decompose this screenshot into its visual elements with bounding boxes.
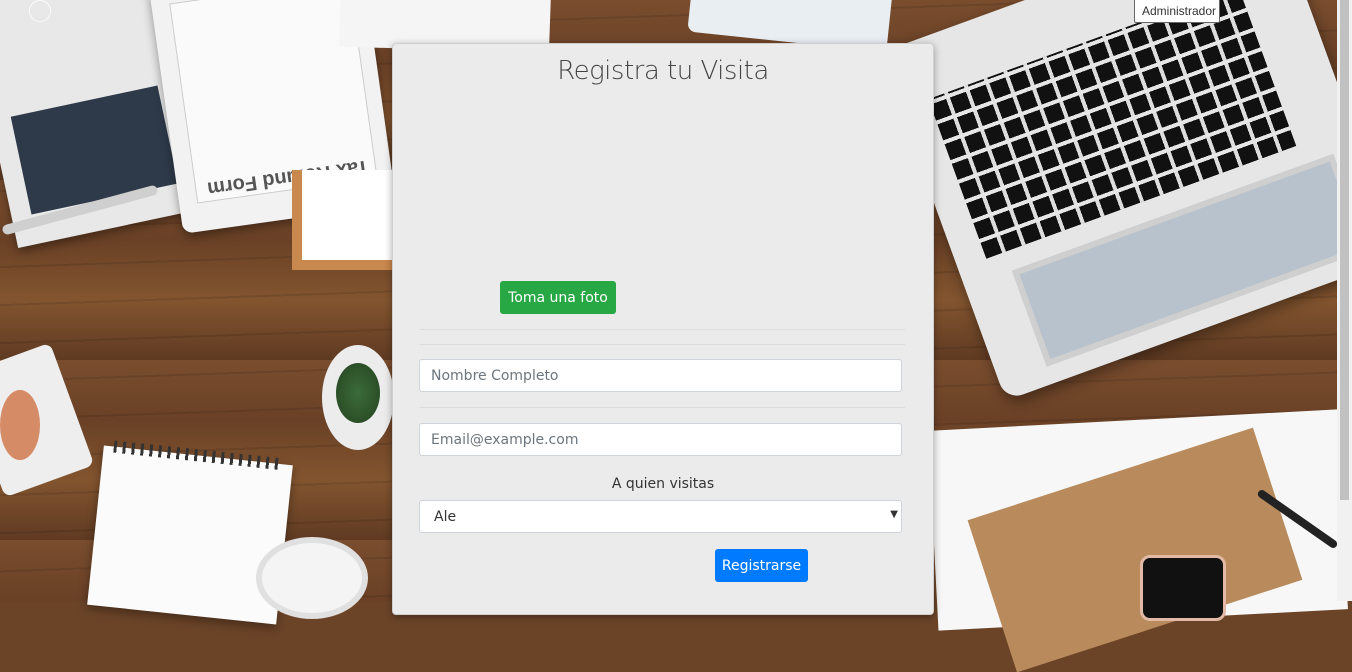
page-title: Registra tu Visita	[557, 56, 769, 86]
notebook-image	[87, 440, 293, 625]
phone-image	[1140, 555, 1226, 621]
mug-image	[262, 543, 362, 613]
divider	[420, 329, 905, 330]
plant-image	[322, 345, 394, 450]
chevron-down-icon: ▼	[890, 509, 898, 520]
email-input[interactable]	[419, 423, 902, 456]
scrollbar-thumb[interactable]	[1340, 0, 1349, 500]
admin-button[interactable]: Administrador	[1134, 0, 1220, 23]
take-photo-button[interactable]: Toma una foto	[500, 281, 616, 314]
full-name-input[interactable]	[419, 359, 902, 392]
clipboard-image	[292, 170, 402, 270]
circle-icon[interactable]	[29, 0, 51, 22]
visit-select-value: Ale	[434, 509, 457, 525]
register-button[interactable]: Registrarse	[715, 549, 808, 582]
divider	[420, 407, 905, 408]
divider	[420, 344, 905, 345]
laptop-image	[879, 0, 1352, 401]
registration-card: Registra tu Visita Toma una foto A quien…	[392, 43, 934, 615]
cup-image	[0, 390, 40, 460]
visit-select[interactable]: Ale ▼	[419, 500, 902, 533]
visit-label: A quien visitas	[611, 476, 715, 492]
